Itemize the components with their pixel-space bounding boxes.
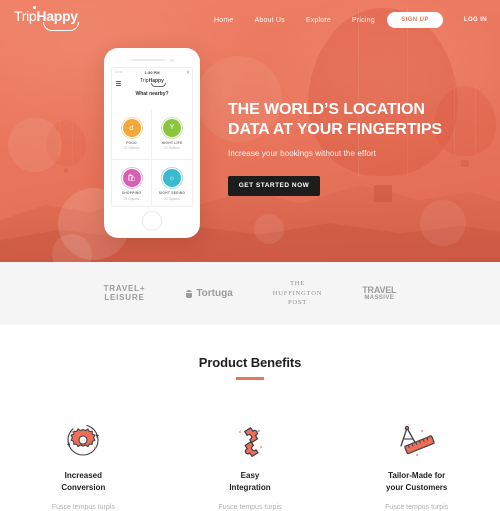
phone-home-button[interactable] (142, 211, 162, 231)
phone-screen: ••••• 1:30 PM ▮ TripHappy What nearby? ☌… (111, 67, 193, 207)
shopping-bag-icon: 🛍 (123, 169, 141, 187)
logo-line1: Tortuga (196, 288, 232, 299)
hero-section: TripHappy Home About Us Explore Pricing … (0, 0, 500, 262)
category-title: NIGHT LIFE (162, 141, 183, 145)
logo-line3: POST (273, 298, 322, 307)
ruler-compass-icon (347, 416, 486, 464)
category-cell-sight-seeing[interactable]: ☼ SIGHT SEEING 22 Options (152, 160, 192, 207)
site-logo[interactable]: TripHappy (14, 9, 78, 23)
category-options: 22 Options (164, 197, 179, 201)
logo-tortuga: Tortuga (185, 288, 232, 299)
category-options: 22 Options (164, 146, 179, 150)
benefit-body: Fusce tempus turpis (181, 504, 320, 511)
nav-item-about-us[interactable]: About Us (254, 17, 284, 24)
get-started-button[interactable]: GET STARTED NOW (228, 176, 320, 196)
category-options: 22 Options (124, 197, 139, 201)
log-in-link[interactable]: LOG IN (464, 17, 487, 23)
benefit-title-line1: Tailor-Made for (388, 471, 445, 480)
benefit-title-line2: Conversion (61, 483, 105, 492)
logo-travel-massive: TRAVEL MASSIVE (362, 286, 396, 302)
logo-line1: TRAVEL (362, 286, 396, 295)
app-logo: TripHappy (112, 78, 192, 84)
phone-mockup: ••••• 1:30 PM ▮ TripHappy What nearby? ☌… (104, 48, 200, 238)
benefit-title: Easy Integration (181, 470, 320, 495)
top-navigation-bar: TripHappy Home About Us Explore Pricing … (0, 0, 500, 40)
category-cell-night-life[interactable]: Y NIGHT LIFE 22 Options (152, 110, 192, 160)
category-options: 22 Options (124, 146, 139, 150)
benefit-body: Fusce tempus turpis (347, 504, 486, 511)
category-title: SHOPPING (122, 191, 142, 195)
nav-item-pricing[interactable]: Pricing (352, 17, 375, 24)
hero-subhead: Increase your bookings without the effor… (228, 149, 442, 158)
benefit-title: Increased Conversion (14, 470, 153, 495)
category-grid: ☌ FOOD 22 Options Y NIGHT LIFE 22 Option… (112, 110, 192, 207)
category-title: FOOD (126, 141, 137, 145)
phone-speaker (131, 59, 165, 61)
cocktail-icon: Y (163, 119, 181, 137)
status-time: 1:30 PM (144, 70, 159, 75)
app-logo-light: Trip (140, 78, 148, 84)
benefit-item-tailor-made: Tailor-Made for your Customers Fusce tem… (333, 416, 500, 511)
phone-camera-icon (170, 59, 174, 63)
category-cell-food[interactable]: ☌ FOOD 22 Options (112, 110, 152, 160)
benefit-body: Fusce tempus turpis (14, 504, 153, 511)
nav-item-explore[interactable]: Explore (306, 17, 331, 24)
hero-headline: THE WORLD’S LOCATION DATA AT YOUR FINGER… (228, 100, 442, 141)
product-benefits-section: Product Benefits Increased Conversion (0, 325, 500, 511)
logo-line2: LEISURE (104, 294, 146, 303)
fork-knife-icon: ☌ (123, 119, 141, 137)
hero-headline-line1: THE WORLD’S LOCATION (228, 101, 425, 118)
bokeh-circle (420, 200, 466, 246)
nav-links: Home About Us Explore Pricing (214, 0, 375, 40)
binoculars-icon: ☼ (163, 169, 181, 187)
logo-text-light: Trip (14, 8, 36, 24)
category-title: SIGHT SEEING (159, 191, 186, 195)
puzzle-pieces-icon (181, 416, 320, 464)
logo-dot-icon (33, 6, 36, 9)
benefit-title-line1: Increased (65, 471, 102, 480)
signal-icon: ••••• (115, 70, 123, 74)
battery-icon: ▮ (187, 70, 189, 74)
app-question-heading: What nearby? (112, 91, 192, 97)
benefit-item-easy-integration: Easy Integration Fusce tempus turpis (167, 416, 334, 511)
logo-travel-leisure: TRAVEL+ LEISURE (104, 285, 146, 302)
benefits-columns: Increased Conversion Fusce tempus turpis (0, 416, 500, 511)
sign-up-button[interactable]: SIGN UP (387, 12, 443, 28)
hot-air-balloon-small-icon (434, 86, 496, 166)
tortuga-mark-icon (185, 289, 193, 299)
category-cell-shopping[interactable]: 🛍 SHOPPING 22 Options (112, 160, 152, 207)
benefit-title-line2: your Customers (386, 483, 447, 492)
logo-line2: MASSIVE (362, 295, 396, 301)
logo-line1: THE (273, 279, 322, 288)
logo-huffington-post: THE HUFFINGTON POST (273, 279, 322, 307)
press-logos-band: TRAVEL+ LEISURE Tortuga THE HUFFINGTON P… (0, 262, 500, 325)
gear-refresh-icon (14, 416, 153, 464)
benefit-title: Tailor-Made for your Customers (347, 470, 486, 495)
phone-status-bar: ••••• 1:30 PM ▮ (112, 68, 192, 76)
benefit-title-line1: Easy (241, 471, 260, 480)
hero-headline-line2: DATA AT YOUR FINGERTIPS (228, 121, 442, 138)
logo-line2: HUFFINGTON (273, 289, 322, 298)
app-header: TripHappy What nearby? (112, 78, 192, 104)
logo-swoosh-icon (43, 22, 79, 31)
hero-copy: THE WORLD’S LOCATION DATA AT YOUR FINGER… (228, 100, 442, 196)
bokeh-circle (8, 118, 62, 172)
section-title-underline (236, 377, 264, 380)
benefit-item-increased-conversion: Increased Conversion Fusce tempus turpis (0, 416, 167, 511)
bokeh-circle (254, 214, 284, 244)
benefit-title-line2: Integration (229, 483, 270, 492)
section-title: Product Benefits (0, 355, 500, 370)
app-logo-swoosh-icon (151, 83, 166, 87)
nav-item-home[interactable]: Home (214, 17, 233, 24)
